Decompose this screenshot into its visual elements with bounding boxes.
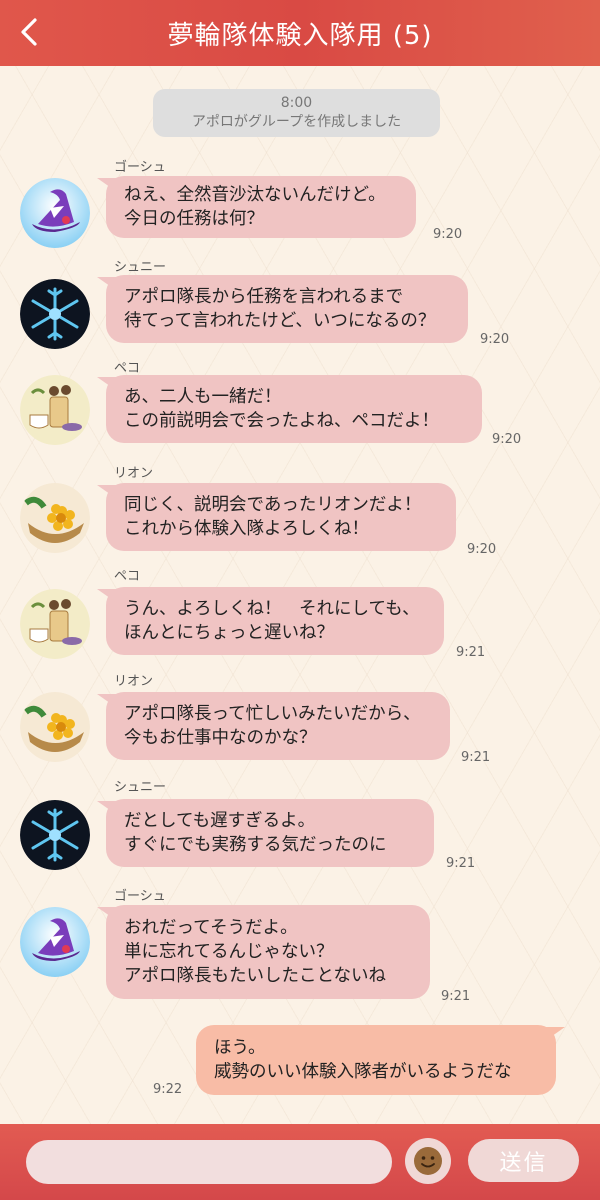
- avatar[interactable]: [20, 800, 90, 870]
- message-line: 単に忘れてるんじゃない？: [124, 942, 334, 962]
- message-time: 9:21: [446, 856, 476, 871]
- avatar[interactable]: [20, 589, 90, 659]
- message-line: あ、二人も一緒だ！: [124, 387, 282, 407]
- avatar[interactable]: [20, 279, 90, 349]
- message-line: ほんとにちょっと遅いね？: [124, 623, 334, 643]
- message-line: 待てって言われたけど、いつになるの？: [124, 311, 436, 331]
- sender-name: ゴーシュ: [114, 160, 166, 175]
- message-line: アポロ隊長もたいしたことないね: [124, 966, 386, 986]
- snowflake-icon: [20, 279, 90, 349]
- sender-name: リオン: [114, 466, 154, 481]
- snowflake-icon: [20, 800, 90, 870]
- system-message: 8:00 アポロがグループを作成しました: [153, 89, 440, 137]
- tea-set-icon: [20, 589, 90, 659]
- message-bubble: アポロ隊長から任務を言われるまで 待てって言われたけど、いつになるの？: [106, 275, 468, 343]
- message-line: だとしても遅すぎるよ。: [124, 811, 316, 831]
- flower-bowl-icon: [20, 483, 90, 553]
- message-line: ほう。: [214, 1038, 266, 1058]
- avatar[interactable]: [20, 178, 90, 248]
- message-bubble: ねえ、全然音沙汰ないんだけど。 今日の任務は何？: [106, 176, 416, 238]
- message-line: これから体験入隊よろしくね！: [124, 519, 369, 539]
- message-bubble: だとしても遅すぎるよ。 すぐにでも実務する気だったのに: [106, 799, 434, 867]
- message-bubble: あ、二人も一緒だ！ この前説明会で会ったよね、ペコだよ！: [106, 375, 482, 443]
- avatar[interactable]: [20, 692, 90, 762]
- chat-screen: 夢輪隊体験入隊用 (5) 8:00 アポロがグループを作成しました ゴーシュ ね…: [0, 0, 600, 1200]
- chat-header: 夢輪隊体験入隊用 (5): [0, 0, 600, 66]
- message-time: 9:20: [480, 332, 510, 347]
- sender-name: ペコ: [114, 361, 141, 376]
- sender-name: ペコ: [114, 569, 141, 584]
- own-message-time: 9:22: [153, 1082, 183, 1097]
- message-line: おれだってそうだよ。: [124, 918, 298, 938]
- message-time: 9:20: [492, 432, 522, 447]
- message-bubble: うん、よろしくね！ それにしても、 ほんとにちょっと遅いね？: [106, 587, 444, 655]
- message-bubble: アポロ隊長って忙しいみたいだから、 今もお仕事中なのかな？: [106, 692, 450, 760]
- back-button[interactable]: [14, 12, 44, 52]
- message-bubble: 同じく、説明会であったリオンだよ！ これから体験入隊よろしくね！: [106, 483, 456, 551]
- message-line: アポロ隊長って忙しいみたいだから、: [124, 704, 421, 724]
- message-line: 威勢のいい体験入隊者がいるようだな: [214, 1062, 512, 1082]
- message-line: 今日の任務は何？: [124, 209, 264, 229]
- message-time: 9:21: [456, 645, 486, 660]
- message-time: 9:21: [441, 989, 471, 1004]
- avatar[interactable]: [20, 375, 90, 445]
- system-message-time: 8:00: [280, 95, 313, 111]
- message-line: 今もお仕事中なのかな？: [124, 728, 317, 748]
- avatar[interactable]: [20, 907, 90, 977]
- system-message-text: アポロがグループを作成しました: [191, 114, 402, 130]
- message-line: この前説明会で会ったよね、ペコだよ！: [124, 411, 439, 431]
- message-input[interactable]: [26, 1140, 392, 1184]
- wizard-hat-icon: [20, 178, 90, 248]
- tea-set-icon: [20, 375, 90, 445]
- message-line: すぐにでも実務する気だったのに: [124, 835, 387, 855]
- message-line: ねえ、全然音沙汰ないんだけど。: [124, 185, 386, 205]
- send-button[interactable]: 送信: [468, 1139, 579, 1182]
- message-line: うん、よろしくね！ それにしても、: [124, 599, 420, 619]
- smiley-face-icon: [414, 1147, 442, 1175]
- message-time: 9:20: [433, 227, 463, 242]
- avatar[interactable]: [20, 483, 90, 553]
- sender-name: ゴーシュ: [114, 889, 166, 904]
- flower-bowl-icon: [20, 692, 90, 762]
- message-time: 9:21: [461, 750, 491, 765]
- message-line: アポロ隊長から任務を言われるまで: [124, 287, 404, 307]
- emoji-button[interactable]: [405, 1138, 451, 1184]
- message-line: 同じく、説明会であったリオンだよ！: [124, 495, 422, 515]
- chat-title: 夢輪隊体験入隊用 (5): [167, 20, 433, 51]
- message-bubble: おれだってそうだよ。 単に忘れてるんじゃない？ アポロ隊長もたいしたことないね: [106, 905, 430, 999]
- sender-name: シュニー: [114, 780, 167, 795]
- sender-name: シュニー: [114, 260, 167, 275]
- own-message-bubble: ほう。 威勢のいい体験入隊者がいるようだな: [196, 1025, 556, 1095]
- message-time: 9:20: [467, 542, 497, 557]
- wizard-hat-icon: [20, 907, 90, 977]
- sender-name: リオン: [114, 674, 154, 689]
- chevron-left-icon: [21, 18, 37, 46]
